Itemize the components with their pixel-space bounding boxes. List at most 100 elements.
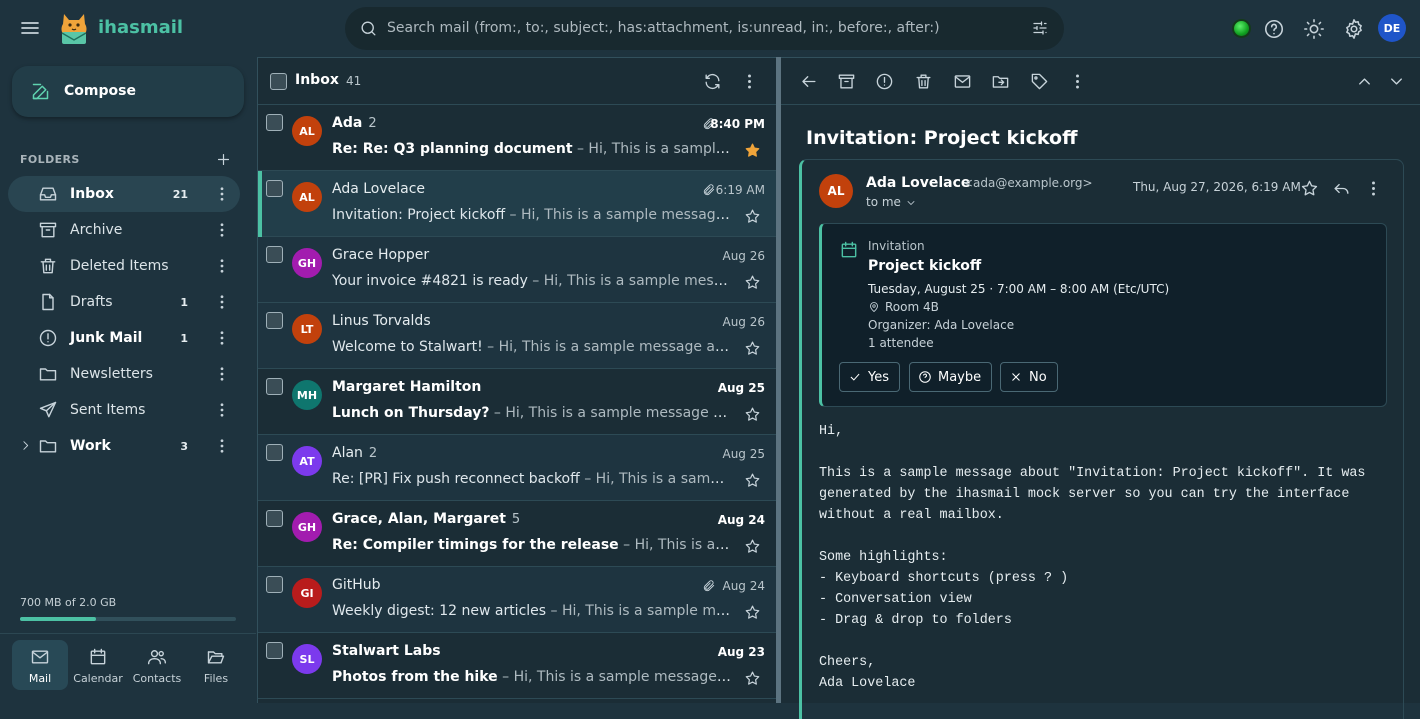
message-row[interactable]: LT Linus Torvalds Aug 26 Welcome to Stalwar… — [258, 303, 777, 369]
more-vertical-icon[interactable] — [740, 72, 759, 91]
message-checkbox[interactable] — [266, 642, 283, 659]
app-files-button[interactable]: Files — [188, 640, 244, 690]
message-snippet: – Hi, This is a sample message about "Yo… — [532, 273, 732, 289]
message-row[interactable]: GH Grace Hopper Aug 26 Your invoice #4821 i… — [258, 237, 777, 303]
rsvp-no-button[interactable]: No — [1000, 362, 1058, 392]
star-icon[interactable] — [744, 604, 761, 621]
add-folder-icon[interactable] — [215, 151, 232, 168]
reply-icon[interactable] — [1332, 179, 1351, 198]
message-list: Inbox 41 AL Ada 2 8:40 PM Re: Re: Q3 plannin… — [257, 57, 777, 703]
app-calendar-button[interactable]: Calendar — [70, 640, 126, 690]
reader-toolbar — [781, 58, 1420, 105]
folder-menu-icon[interactable] — [213, 437, 231, 455]
storage-usage-bar — [20, 617, 236, 621]
star-icon[interactable] — [744, 274, 761, 291]
star-icon[interactable] — [744, 406, 761, 423]
chevron-down-icon[interactable] — [905, 197, 917, 209]
app-contacts-button[interactable]: Contacts — [129, 640, 185, 690]
list-count: 41 — [346, 74, 362, 88]
folder-item-junk-mail[interactable]: Junk Mail 1 — [8, 320, 240, 356]
message-row[interactable]: AT Alan 2 Aug 25 Re: [PR] Fix push reconnect… — [258, 435, 777, 501]
refresh-icon[interactable] — [703, 72, 722, 91]
select-all-checkbox[interactable] — [270, 73, 287, 90]
folder-item-archive[interactable]: Archive — [8, 212, 240, 248]
folder-menu-icon[interactable] — [213, 365, 231, 383]
chevron-right-icon[interactable] — [19, 439, 32, 452]
sender-avatar: AL — [292, 182, 322, 212]
ihasmail-logo-icon[interactable] — [58, 10, 90, 46]
report-spam-icon[interactable] — [875, 72, 894, 91]
user-avatar[interactable]: DE — [1378, 14, 1406, 42]
archive-icon[interactable] — [837, 72, 856, 91]
folder-item-sent-items[interactable]: Sent Items — [8, 392, 240, 428]
sender-email[interactable]: <ada@example.org> — [963, 176, 1093, 190]
check-icon — [850, 373, 860, 381]
filter-options-icon[interactable] — [1031, 19, 1049, 37]
message-checkbox[interactable] — [266, 510, 283, 527]
folder-menu-icon[interactable] — [213, 401, 231, 419]
folder-menu-icon[interactable] — [213, 293, 231, 311]
folder-menu-icon[interactable] — [213, 329, 231, 347]
app-mail-button[interactable]: Mail — [12, 640, 68, 690]
message-snippet: – Hi, This is a sample message about "We… — [487, 339, 732, 355]
send-icon — [39, 401, 57, 418]
folder-item-newsletters[interactable]: Newsletters — [8, 356, 240, 392]
sidebar: Compose FOLDERS Inbox 21 Archive Deleted… — [0, 57, 256, 703]
recipients-toggle[interactable]: to me — [866, 195, 901, 209]
message-checkbox[interactable] — [266, 378, 283, 395]
star-icon[interactable] — [744, 142, 761, 159]
folders-heading: FOLDERS — [20, 153, 80, 166]
star-icon[interactable] — [744, 472, 761, 489]
back-arrow-icon[interactable] — [799, 72, 818, 91]
folder-item-inbox[interactable]: Inbox 21 — [8, 176, 240, 212]
message-checkbox[interactable] — [266, 246, 283, 263]
message-checkbox[interactable] — [266, 180, 283, 197]
message-row[interactable]: GI GitHub Aug 24 Weekly digest: 12 new arti… — [258, 567, 777, 633]
folder-label: Work — [70, 438, 111, 454]
star-icon[interactable] — [744, 670, 761, 687]
message-row[interactable]: AL Ada 2 8:40 PM Re: Re: Q3 planning documen… — [258, 105, 777, 171]
theme-toggle-sun-icon[interactable] — [1303, 18, 1325, 40]
message-row[interactable]: GH Grace, Alan, Margaret 5 Aug 24 Re: Compil… — [258, 501, 777, 567]
rsvp-yes-button[interactable]: Yes — [839, 362, 900, 392]
folder-menu-icon[interactable] — [213, 185, 231, 203]
star-icon[interactable] — [1300, 179, 1319, 198]
app-label: Files — [203, 672, 229, 685]
search-input[interactable]: Search mail (from:, to:, subject:, has:a… — [387, 20, 940, 36]
previous-message-chevron-up-icon[interactable] — [1355, 72, 1374, 91]
folder-item-work[interactable]: Work 3 — [8, 428, 240, 464]
folder-item-drafts[interactable]: Drafts 1 — [8, 284, 240, 320]
compose-button[interactable]: Compose — [12, 66, 244, 117]
folder-menu-icon[interactable] — [213, 257, 231, 275]
folder-menu-icon[interactable] — [213, 221, 231, 239]
search-bar[interactable]: Search mail (from:, to:, subject:, has:a… — [345, 7, 1064, 50]
message-checkbox[interactable] — [266, 444, 283, 461]
star-icon[interactable] — [744, 538, 761, 555]
delete-trash-icon[interactable] — [914, 72, 933, 91]
message-date: Aug 24 — [717, 513, 765, 527]
sender-name[interactable]: Ada Lovelace — [866, 175, 970, 191]
folder-item-deleted-items[interactable]: Deleted Items — [8, 248, 240, 284]
message-row[interactable]: MH Margaret Hamilton Aug 25 Lunch on Thursd… — [258, 369, 777, 435]
rsvp-maybe-button[interactable]: Maybe — [909, 362, 993, 392]
next-message-chevron-down-icon[interactable] — [1387, 72, 1406, 91]
label-tag-icon[interactable] — [1030, 72, 1049, 91]
message-row[interactable]: AL Ada Lovelace 6:19 AM Invitation: Project… — [258, 171, 777, 237]
message-row[interactable]: SL Stalwart Labs Aug 23 Photos from the hik… — [258, 633, 777, 699]
move-to-folder-icon[interactable] — [991, 72, 1010, 91]
message-body: Hi, This is a sample message about "Invi… — [819, 424, 1366, 691]
menu-icon[interactable] — [18, 16, 42, 40]
users-icon — [147, 650, 167, 665]
help-icon[interactable] — [1263, 18, 1285, 40]
message-checkbox[interactable] — [266, 312, 283, 329]
more-vertical-icon[interactable] — [1068, 72, 1087, 91]
star-icon[interactable] — [744, 208, 761, 225]
settings-gear-icon[interactable] — [1343, 18, 1365, 40]
star-icon[interactable] — [744, 340, 761, 357]
brand-name[interactable]: ihasmail — [98, 17, 183, 38]
folder-icon — [39, 368, 57, 381]
mark-unread-mail-icon[interactable] — [953, 72, 972, 91]
message-checkbox[interactable] — [266, 114, 283, 131]
more-vertical-icon[interactable] — [1364, 179, 1383, 198]
message-checkbox[interactable] — [266, 576, 283, 593]
